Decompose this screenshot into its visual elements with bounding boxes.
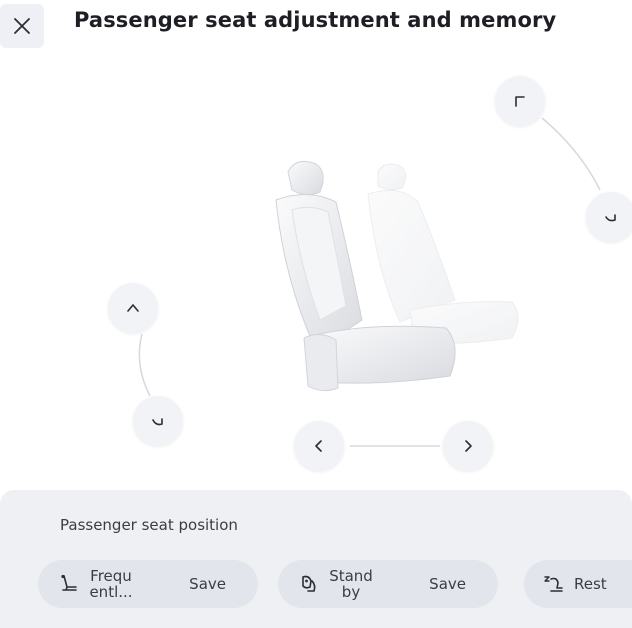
preset-frequently[interactable]: Frequ entl... Save bbox=[38, 560, 258, 608]
seat-height-up-button[interactable] bbox=[108, 283, 158, 333]
page-title: Passenger seat adjustment and memory bbox=[74, 8, 557, 32]
seat-slide-back-button[interactable] bbox=[443, 421, 493, 471]
seat-illustration bbox=[250, 150, 550, 420]
backrest-tilt-forward-button[interactable] bbox=[586, 192, 632, 242]
save-button[interactable]: Save bbox=[189, 575, 226, 593]
seat-recline-icon bbox=[58, 573, 80, 595]
save-button[interactable]: Save bbox=[429, 575, 466, 593]
close-button[interactable] bbox=[0, 4, 44, 48]
panel-title: Passenger seat position bbox=[60, 516, 238, 534]
seat-rest-icon bbox=[542, 573, 564, 595]
corner-arrow-icon bbox=[515, 96, 525, 107]
preset-label: Rest bbox=[574, 575, 607, 593]
preset-label: Frequ entl... bbox=[89, 567, 133, 601]
chevron-up-icon bbox=[127, 304, 139, 312]
height-arc-line bbox=[138, 333, 151, 397]
preset-label: Stand by bbox=[329, 567, 373, 601]
slide-line bbox=[350, 445, 440, 447]
seat-memory-panel: Passenger seat position Frequ entl... Sa… bbox=[0, 490, 632, 628]
seat-slide-forward-button[interactable] bbox=[294, 421, 344, 471]
seat-image bbox=[275, 160, 519, 392]
corner-arrow-down-icon bbox=[605, 214, 616, 222]
chevron-left-icon bbox=[315, 440, 322, 452]
preset-standby[interactable]: Stand by Save bbox=[278, 560, 498, 608]
chevron-right-icon bbox=[465, 440, 472, 452]
seat-height-down-button[interactable] bbox=[133, 396, 183, 446]
seat-standby-icon bbox=[298, 573, 320, 595]
seat-adjustment-screen: Passenger seat adjustment and memory Pas… bbox=[0, 0, 632, 628]
backrest-tilt-back-button[interactable] bbox=[495, 76, 545, 126]
corner-arrow-down-icon bbox=[152, 418, 163, 426]
preset-rest[interactable]: Rest bbox=[524, 560, 632, 608]
close-icon bbox=[14, 18, 30, 34]
